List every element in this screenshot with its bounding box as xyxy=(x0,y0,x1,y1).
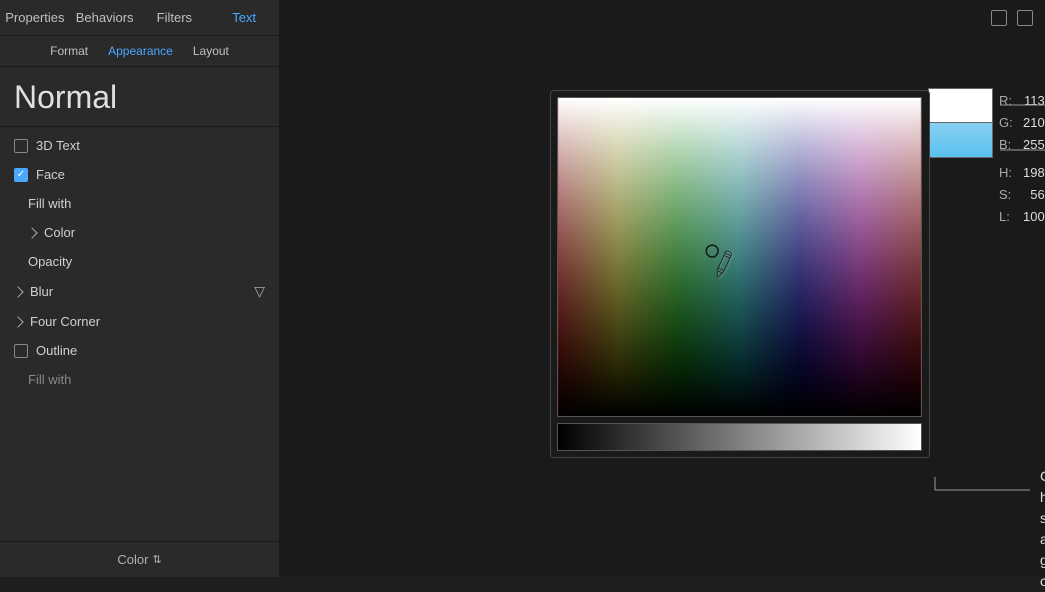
spectrum-canvas[interactable]: 🖍 xyxy=(557,97,922,417)
color-g-row: G: 210 xyxy=(995,112,1045,134)
checkbox-face[interactable] xyxy=(14,168,28,182)
original-color-box xyxy=(928,88,993,123)
panel-row-opacity: Opacity xyxy=(0,247,279,276)
grayscale-bar[interactable] xyxy=(557,423,922,451)
h-label: H: xyxy=(995,162,1017,184)
color-s-row: S: 56 xyxy=(995,184,1045,206)
sub-tab-layout[interactable]: Layout xyxy=(193,44,229,58)
s-value: 56 xyxy=(1017,184,1045,206)
b-value: 255 xyxy=(1017,134,1045,156)
arrow-fourcorner xyxy=(12,316,23,327)
l-value: 100 xyxy=(1017,206,1045,228)
arrow-blur xyxy=(12,286,23,297)
sub-tab-format[interactable]: Format xyxy=(50,44,88,58)
panel-row-fillwith2: Fill with xyxy=(0,365,279,394)
label-opacity: Opacity xyxy=(28,254,72,269)
sub-tabs-row: Format Appearance Layout xyxy=(0,36,279,67)
new-color-box xyxy=(928,123,993,158)
annotation-grayscale: Click here to select a grayscale color. xyxy=(1040,466,1045,592)
tab-filters[interactable]: Filters xyxy=(140,0,210,35)
label-fillwith2: Fill with xyxy=(28,372,71,387)
checkbox-top1[interactable] xyxy=(991,10,1007,26)
tab-behaviors[interactable]: Behaviors xyxy=(70,0,140,35)
bottom-color-label[interactable]: Color ⇅ xyxy=(117,552,161,567)
tab-text[interactable]: Text xyxy=(209,0,279,35)
panel-row-fourcorner[interactable]: Four Corner xyxy=(0,307,279,336)
g-label: G: xyxy=(995,112,1017,134)
bottom-bar: Color ⇅ xyxy=(0,541,279,577)
panel-row-fillwith: Fill with xyxy=(0,189,279,218)
label-3dtext: 3D Text xyxy=(36,138,80,153)
bottom-color-text: Color xyxy=(117,552,148,567)
label-color: Color xyxy=(44,225,75,240)
bottom-arrows-icon: ⇅ xyxy=(152,553,161,566)
r-value: 113 xyxy=(1017,90,1045,112)
label-fillwith: Fill with xyxy=(28,196,71,211)
panel-row-outline: Outline xyxy=(0,336,279,365)
tab-properties[interactable]: Properties xyxy=(0,0,70,35)
tabs-row: Properties Behaviors Filters Text xyxy=(0,0,279,36)
color-l-row: L: 100 xyxy=(995,206,1045,228)
main-container: Properties Behaviors Filters Text Format… xyxy=(0,0,1045,577)
label-blur: Blur xyxy=(30,284,53,299)
style-heading: Normal ▲ ▼ xyxy=(0,67,279,127)
panel-row-blur[interactable]: Blur ▽ xyxy=(0,276,279,307)
color-r-row: R: 113 xyxy=(995,90,1045,112)
color-h-row: H: 198 xyxy=(995,162,1045,184)
bookmark-icon: ▽ xyxy=(254,283,265,300)
r-label: R: xyxy=(995,90,1017,112)
label-fourcorner: Four Corner xyxy=(30,314,100,329)
b-label: B: xyxy=(995,134,1017,156)
sub-tab-appearance[interactable]: Appearance xyxy=(108,44,173,58)
checkbox-3dtext[interactable] xyxy=(14,139,28,153)
panel-items: 3D Text Face Fill with Color Opacity xyxy=(0,127,279,541)
color-picker-overlay: 🖍 xyxy=(550,90,930,458)
checkbox-top2[interactable] xyxy=(1017,10,1033,26)
color-picker-inner: 🖍 xyxy=(557,97,923,451)
left-panel: Properties Behaviors Filters Text Format… xyxy=(0,0,280,577)
color-preview-area xyxy=(928,88,993,158)
panel-row-face: Face xyxy=(0,160,279,189)
label-face: Face xyxy=(36,167,65,182)
panel-row-3dtext: 3D Text xyxy=(0,131,279,160)
top-right xyxy=(280,0,1045,36)
right-panel: 🖍 R: 113 G: 210 xyxy=(280,0,1045,577)
l-label: L: xyxy=(995,206,1017,228)
color-b-row: B: 255 xyxy=(995,134,1045,156)
label-outline: Outline xyxy=(36,343,77,358)
checkbox-outline[interactable] xyxy=(14,344,28,358)
arrow-color xyxy=(26,227,37,238)
panel-row-color[interactable]: Color xyxy=(0,218,279,247)
g-value: 210 xyxy=(1017,112,1045,134)
h-value: 198 xyxy=(1017,162,1045,184)
s-label: S: xyxy=(995,184,1017,206)
